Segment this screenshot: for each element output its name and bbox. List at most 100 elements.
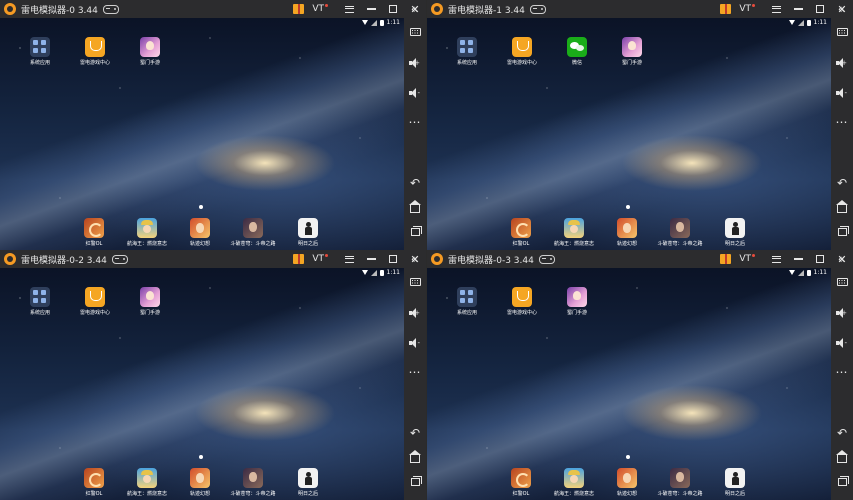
volume-up-button[interactable]: +: [404, 304, 426, 322]
app-shortcut[interactable]: 系统应用: [15, 37, 65, 66]
gift-icon[interactable]: [720, 254, 732, 264]
gamepad-icon[interactable]: [538, 254, 555, 264]
volume-down-button[interactable]: -: [831, 84, 853, 102]
app-shortcut[interactable]: 系统应用: [15, 287, 65, 316]
minimize-button[interactable]: [787, 0, 809, 18]
app-shortcut[interactable]: 蜀门手游: [125, 37, 175, 66]
home-button[interactable]: [831, 448, 853, 466]
battle-through-heavens-game-icon: [243, 218, 263, 238]
recent-apps-button[interactable]: [831, 223, 853, 241]
dock-app[interactable]: 轨迹幻想: [602, 218, 652, 247]
volume-up-button[interactable]: +: [831, 54, 853, 72]
minimize-button[interactable]: [787, 250, 809, 268]
dock-app[interactable]: 航海王：燃烧意志: [549, 468, 599, 497]
volume-up-button[interactable]: +: [831, 304, 853, 322]
dock-app[interactable]: 斗破苍穹：斗帝之路: [228, 468, 278, 497]
collapse-button[interactable]: «: [831, 0, 853, 18]
keyboard-button[interactable]: [404, 23, 426, 41]
app-shortcut[interactable]: 雷电游戏中心: [497, 37, 547, 66]
more-button[interactable]: ⋯: [404, 363, 426, 381]
dock-app[interactable]: 红警OL: [496, 218, 546, 247]
home-button[interactable]: [404, 448, 426, 466]
app-shortcut[interactable]: 雷电游戏中心: [70, 287, 120, 316]
app-label: 明日之后: [724, 491, 745, 497]
wechat-icon: [567, 37, 587, 57]
vt-indicator[interactable]: VT: [739, 4, 755, 14]
dock-app[interactable]: 明日之后: [710, 218, 760, 247]
vt-indicator[interactable]: VT: [312, 4, 328, 14]
recent-apps-button[interactable]: [404, 473, 426, 491]
title-bar: 雷电模拟器-1 3.44 VT ✕: [427, 0, 853, 18]
gift-icon[interactable]: [293, 4, 305, 14]
volume-up-button[interactable]: +: [404, 54, 426, 72]
app-shortcut[interactable]: 蜀门手游: [125, 287, 175, 316]
page-indicator: [626, 455, 630, 459]
dock-app[interactable]: 斗破苍穹：斗帝之路: [228, 218, 278, 247]
collapse-button[interactable]: «: [404, 0, 426, 18]
back-button[interactable]: ↶: [831, 174, 853, 192]
app-label: 蜀门手游: [139, 60, 160, 66]
dock-app[interactable]: 明日之后: [710, 468, 760, 497]
dock-app[interactable]: 航海王：燃烧意志: [122, 218, 172, 247]
app-shortcut[interactable]: 蜀门手游: [607, 37, 657, 66]
volume-down-button[interactable]: -: [831, 334, 853, 352]
dock-app[interactable]: 轨迹幻想: [602, 468, 652, 497]
dock-app[interactable]: 明日之后: [283, 218, 333, 247]
keyboard-button[interactable]: [404, 273, 426, 291]
dock-app[interactable]: 轨迹幻想: [175, 218, 225, 247]
gift-icon[interactable]: [293, 254, 305, 264]
home-button[interactable]: [831, 198, 853, 216]
vt-indicator[interactable]: VT: [312, 254, 328, 264]
menu-button[interactable]: [765, 0, 787, 18]
dock-app[interactable]: 红警OL: [69, 218, 119, 247]
page-indicator: [626, 205, 630, 209]
dock-app[interactable]: 航海王：燃烧意志: [549, 218, 599, 247]
back-button[interactable]: ↶: [404, 424, 426, 442]
dock-app[interactable]: 航海王：燃烧意志: [122, 468, 172, 497]
gift-icon[interactable]: [720, 4, 732, 14]
maximize-button[interactable]: [382, 0, 404, 18]
back-icon: ↶: [836, 426, 848, 440]
more-button[interactable]: ⋯: [831, 363, 853, 381]
volume-down-button[interactable]: -: [404, 334, 426, 352]
recent-apps-button[interactable]: [831, 473, 853, 491]
dock-app[interactable]: 斗破苍穹：斗帝之路: [655, 218, 705, 247]
more-button[interactable]: ⋯: [404, 113, 426, 131]
back-button[interactable]: ↶: [404, 174, 426, 192]
app-shortcut[interactable]: 蜀门手游: [552, 287, 602, 316]
gamepad-icon[interactable]: [111, 254, 128, 264]
gamepad-icon[interactable]: [529, 4, 546, 14]
minimize-button[interactable]: [360, 0, 382, 18]
menu-button[interactable]: [338, 250, 360, 268]
dock-app[interactable]: 红警OL: [69, 468, 119, 497]
gamepad-icon[interactable]: [102, 4, 119, 14]
back-button[interactable]: ↶: [831, 424, 853, 442]
more-button[interactable]: ⋯: [831, 113, 853, 131]
collapse-icon: «: [837, 252, 847, 266]
keyboard-button[interactable]: [831, 273, 853, 291]
app-shortcut[interactable]: 系统应用: [442, 37, 492, 66]
collapse-button[interactable]: «: [831, 250, 853, 268]
menu-button[interactable]: [338, 0, 360, 18]
home-button[interactable]: [404, 198, 426, 216]
minimize-button[interactable]: [360, 250, 382, 268]
dock-app[interactable]: 红警OL: [496, 468, 546, 497]
dock-app[interactable]: 轨迹幻想: [175, 468, 225, 497]
dock-app[interactable]: 斗破苍穹：斗帝之路: [655, 468, 705, 497]
dock-app[interactable]: 明日之后: [283, 468, 333, 497]
maximize-button[interactable]: [809, 0, 831, 18]
recent-apps-button[interactable]: [404, 223, 426, 241]
maximize-button[interactable]: [382, 250, 404, 268]
app-shortcut[interactable]: 雷电游戏中心: [497, 287, 547, 316]
vt-indicator[interactable]: VT: [739, 254, 755, 264]
app-shortcut[interactable]: 雷电游戏中心: [70, 37, 120, 66]
volume-down-button[interactable]: -: [404, 84, 426, 102]
maximize-button[interactable]: [809, 250, 831, 268]
menu-button[interactable]: [765, 250, 787, 268]
keyboard-button[interactable]: [831, 23, 853, 41]
one-piece-game-icon: [564, 468, 584, 488]
app-shortcut[interactable]: 微信: [552, 37, 602, 66]
back-icon: ↶: [409, 176, 421, 190]
collapse-button[interactable]: «: [404, 250, 426, 268]
app-shortcut[interactable]: 系统应用: [442, 287, 492, 316]
